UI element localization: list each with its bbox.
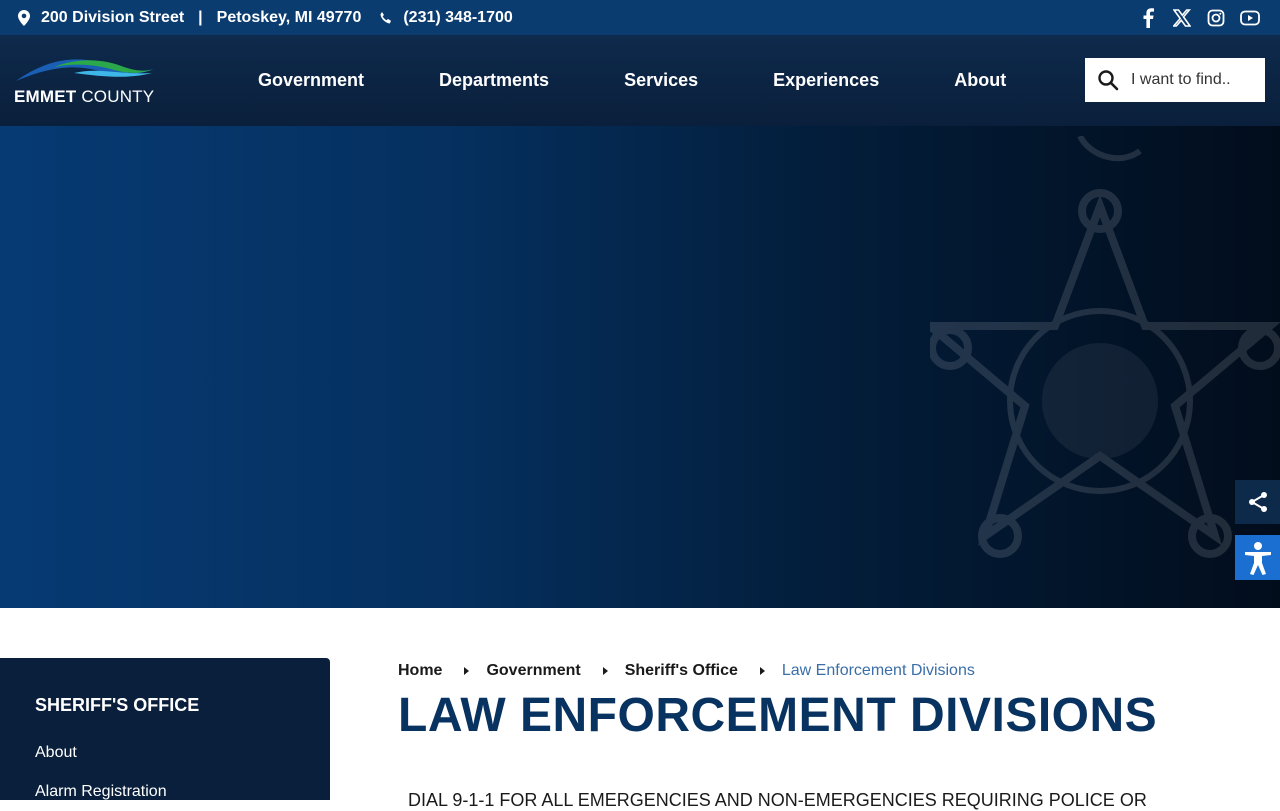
search-input[interactable] — [1131, 71, 1251, 89]
nav-about[interactable]: About — [954, 70, 1006, 91]
logo-wordmark: EMMET COUNTY — [14, 87, 155, 106]
breadcrumb-current: Law Enforcement Divisions — [781, 662, 975, 679]
youtube-icon[interactable] — [1240, 8, 1260, 28]
breadcrumb-government[interactable]: Government — [486, 662, 580, 680]
chevron-right-icon — [602, 667, 608, 675]
chevron-right-icon — [759, 667, 765, 675]
breadcrumb-home[interactable]: Home — [398, 662, 442, 680]
search-box[interactable] — [1085, 58, 1265, 102]
street-address: 200 Division Street — [41, 8, 185, 26]
nav-services[interactable]: Services — [624, 70, 698, 91]
phone-icon — [380, 11, 392, 23]
map-pin-icon — [18, 9, 30, 26]
sheriff-badge-icon — [930, 136, 1280, 558]
intro-text: DIAL 9-1-1 FOR ALL EMERGENCIES AND NON-E… — [408, 790, 1147, 810]
sidebar-title: SHERIFF'S OFFICE — [35, 695, 200, 715]
site-header: EMMET COUNTY Government Departments Serv… — [0, 35, 1280, 126]
nav-departments[interactable]: Departments — [439, 70, 549, 91]
address-separator: | — [198, 8, 203, 26]
page-title: LAW ENFORCEMENT DIVISIONS — [398, 689, 1158, 742]
accessibility-button[interactable] — [1235, 535, 1280, 580]
phone-number[interactable]: (231) 348-1700 — [403, 9, 512, 27]
sidebar-item-alarm-registration[interactable]: Alarm Registration — [35, 783, 167, 801]
sidebar-nav: SHERIFF'S OFFICE About Alarm Registratio… — [0, 658, 330, 800]
main-navigation: Government Departments Services Experien… — [258, 35, 1006, 126]
breadcrumb: Home Government Sheriff's Office Law Enf… — [398, 660, 975, 682]
top-info-bar: 200 Division Street | Petoskey, MI 49770… — [0, 0, 1280, 35]
share-icon — [1248, 492, 1267, 512]
accessibility-icon — [1244, 541, 1271, 575]
instagram-icon[interactable] — [1206, 8, 1226, 28]
nav-government[interactable]: Government — [258, 70, 364, 91]
sidebar-item-about[interactable]: About — [35, 744, 77, 762]
x-icon[interactable] — [1172, 8, 1192, 28]
chevron-right-icon — [464, 667, 470, 675]
breadcrumb-sheriffs-office[interactable]: Sheriff's Office — [625, 662, 738, 680]
nav-experiences[interactable]: Experiences — [773, 70, 879, 91]
search-icon[interactable] — [1097, 69, 1119, 91]
logo-wave-icon — [16, 59, 154, 81]
facebook-icon[interactable] — [1138, 7, 1158, 28]
social-links — [1138, 0, 1260, 35]
emmet-county-logo[interactable]: EMMET COUNTY — [14, 55, 164, 107]
hero-banner — [0, 126, 1280, 608]
share-button[interactable] — [1235, 480, 1280, 524]
city-address: Petoskey, MI 49770 — [216, 8, 362, 26]
address-block: 200 Division Street | Petoskey, MI 49770… — [18, 9, 513, 27]
